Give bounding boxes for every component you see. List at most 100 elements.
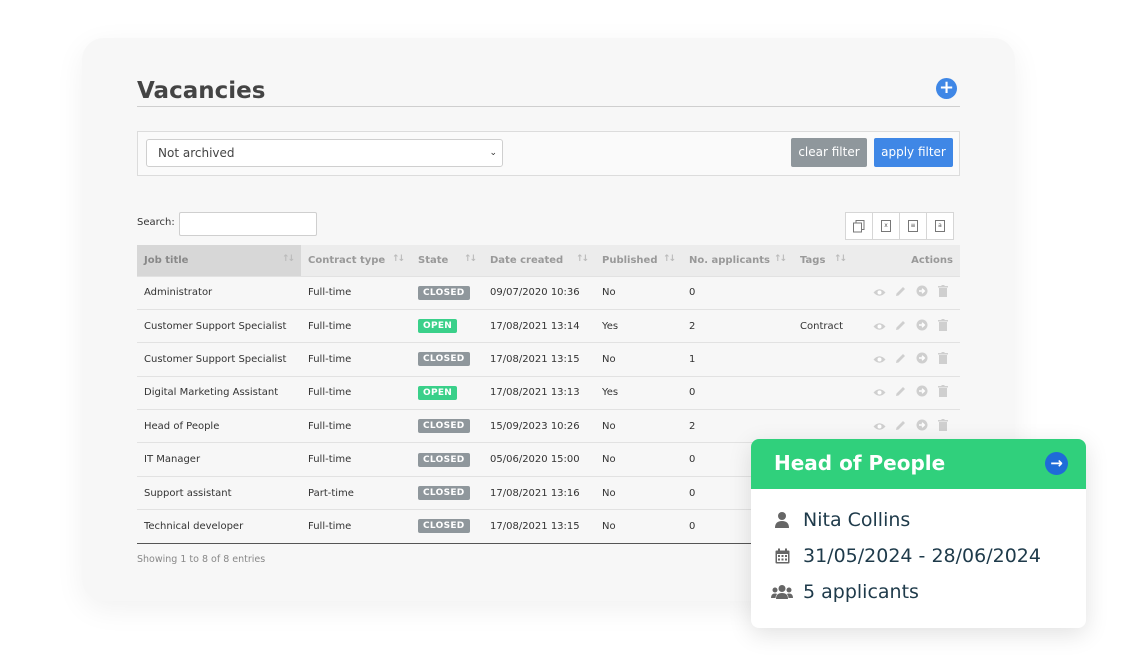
excel-export-button[interactable]: x: [872, 212, 900, 240]
popup-applicants: 5 applicants: [803, 581, 919, 603]
delete-icon[interactable]: [932, 418, 953, 434]
add-vacancy-button[interactable]: +: [936, 78, 957, 99]
cell-state: CLOSED: [411, 442, 483, 477]
excel-icon: x: [881, 220, 891, 232]
open-icon[interactable]: [911, 285, 932, 300]
sort-icon: ↑↓: [575, 254, 589, 264]
status-badge: CLOSED: [418, 419, 470, 434]
apply-filter-button[interactable]: apply filter: [874, 138, 953, 167]
open-icon[interactable]: [911, 419, 932, 434]
user-icon: [771, 511, 793, 529]
cell-date-created: 05/06/2020 15:00: [483, 442, 595, 477]
cell-job-title: Technical developer: [137, 509, 301, 544]
cell-published: No: [595, 442, 682, 477]
csv-icon: ≡: [908, 220, 918, 232]
csv-export-button[interactable]: ≡: [899, 212, 927, 240]
open-icon[interactable]: [911, 352, 932, 367]
cell-contract-type: Full-time: [301, 409, 411, 443]
vacancy-popup: Head of People → Nita Collins 31/05/2024…: [751, 439, 1086, 628]
cell-date-created: 17/08/2021 13:15: [483, 342, 595, 377]
open-icon[interactable]: [911, 385, 932, 400]
cell-contract-type: Full-time: [301, 375, 411, 410]
popup-dates: 31/05/2024 - 28/06/2024: [803, 545, 1041, 567]
view-icon[interactable]: [869, 353, 890, 367]
table-row[interactable]: Customer Support Specialist Full-time OPEN…: [137, 308, 960, 343]
cell-contract-type: Part-time: [301, 475, 411, 510]
cell-applicants: 1: [682, 342, 793, 377]
edit-icon[interactable]: [890, 386, 911, 400]
table-row[interactable]: Administrator Full-time CLOSED 09/07/2020 1…: [137, 275, 960, 310]
cell-actions: [853, 342, 960, 377]
status-badge: CLOSED: [418, 519, 470, 534]
clear-filter-button[interactable]: clear filter: [791, 138, 867, 167]
cell-date-created: 17/08/2021 13:15: [483, 509, 595, 544]
edit-icon[interactable]: [890, 353, 911, 367]
filter-bar: Not archived ⌄ clear filter apply filter: [137, 131, 960, 176]
table-row[interactable]: Digital Marketing Assistant Full-time OPEN…: [137, 375, 960, 410]
cell-tags: Contract: [793, 308, 853, 343]
status-badge: OPEN: [418, 319, 458, 334]
sort-icon: ↑↓: [662, 254, 676, 264]
cell-job-title: Customer Support Specialist: [137, 342, 301, 377]
table-row[interactable]: Customer Support Specialist Full-time CLOS…: [137, 342, 960, 377]
cell-state: CLOSED: [411, 509, 483, 544]
cell-job-title: Digital Marketing Assistant: [137, 375, 301, 410]
cell-applicants: 0: [682, 375, 793, 410]
cell-job-title: Customer Support Specialist: [137, 308, 301, 343]
delete-icon[interactable]: [932, 318, 953, 334]
col-job-title[interactable]: Job title ↑↓: [137, 245, 301, 276]
col-published[interactable]: Published ↑↓: [595, 245, 682, 276]
cell-tags: [793, 375, 853, 410]
cell-actions: [853, 409, 960, 443]
cell-state: CLOSED: [411, 409, 483, 443]
col-state[interactable]: State ↑↓: [411, 245, 483, 276]
delete-icon[interactable]: [932, 285, 953, 300]
sort-icon: ↑↓: [281, 254, 295, 264]
pdf-icon: a: [935, 220, 945, 232]
popup-header: Head of People →: [751, 439, 1086, 489]
cell-published: No: [595, 475, 682, 510]
delete-icon[interactable]: [932, 385, 953, 400]
copy-button[interactable]: [845, 212, 873, 240]
view-icon[interactable]: [869, 420, 890, 434]
edit-icon[interactable]: [890, 420, 911, 434]
col-tags[interactable]: Tags ↑↓: [793, 245, 853, 276]
cell-job-title: Head of People: [137, 409, 301, 443]
edit-icon[interactable]: [890, 286, 911, 300]
col-contract-type[interactable]: Contract type ↑↓: [301, 245, 411, 276]
col-date-created[interactable]: Date created ↑↓: [483, 245, 595, 276]
entries-info: Showing 1 to 8 of 8 entries: [137, 554, 266, 565]
popup-applicants-row: 5 applicants: [771, 581, 919, 603]
plus-icon: +: [938, 77, 955, 98]
col-actions: Actions: [853, 245, 960, 276]
chevron-down-icon: ⌄: [489, 148, 497, 158]
status-badge: CLOSED: [418, 452, 470, 467]
search-input[interactable]: [179, 212, 317, 236]
arrow-right-icon: →: [1050, 454, 1063, 472]
table-row[interactable]: Head of People Full-time CLOSED 15/09/2023 …: [137, 409, 960, 443]
view-icon[interactable]: [869, 320, 890, 334]
cell-job-title: Administrator: [137, 275, 301, 310]
view-icon[interactable]: [869, 286, 890, 300]
cell-contract-type: Full-time: [301, 342, 411, 377]
cell-job-title: IT Manager: [137, 442, 301, 477]
cell-state: CLOSED: [411, 275, 483, 310]
view-icon[interactable]: [869, 386, 890, 400]
sort-icon: ↑↓: [391, 254, 405, 264]
delete-icon[interactable]: [932, 351, 953, 367]
cell-contract-type: Full-time: [301, 509, 411, 544]
page-title: Vacancies: [137, 78, 266, 104]
users-icon: [771, 584, 793, 600]
cell-state: OPEN: [411, 308, 483, 343]
table-header-row: Job title ↑↓ Contract type ↑↓ State ↑↓ Date…: [137, 245, 960, 276]
col-applicants[interactable]: No. applicants ↑↓: [682, 245, 793, 276]
edit-icon[interactable]: [890, 320, 911, 334]
open-icon[interactable]: [911, 319, 932, 334]
sort-icon: ↑↓: [463, 254, 477, 264]
pdf-export-button[interactable]: a: [926, 212, 954, 240]
archive-filter-select[interactable]: Not archived ⌄: [146, 139, 503, 167]
calendar-icon: [771, 548, 793, 564]
open-vacancy-button[interactable]: →: [1045, 452, 1068, 475]
copy-icon: [853, 219, 865, 232]
cell-contract-type: Full-time: [301, 275, 411, 310]
